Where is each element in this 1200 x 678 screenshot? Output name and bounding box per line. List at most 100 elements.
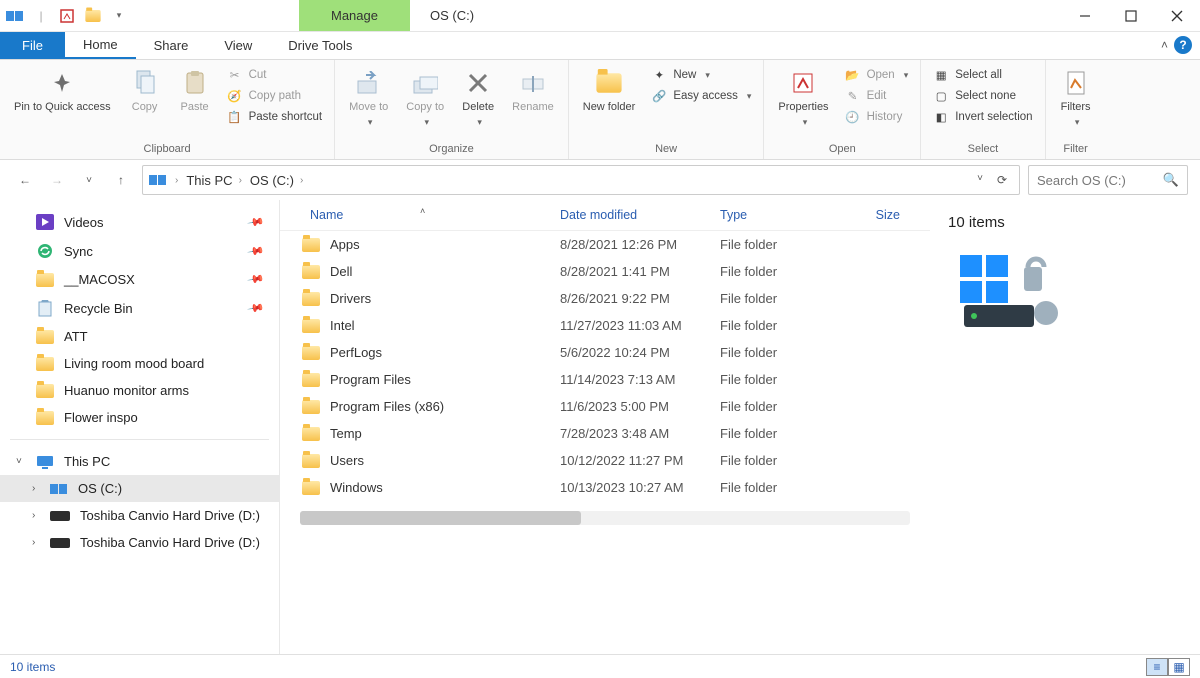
properties-button[interactable]: Properties bbox=[772, 64, 834, 132]
crumb-drive[interactable]: OS (C:)› bbox=[250, 173, 303, 188]
back-button[interactable]: ← bbox=[16, 171, 34, 189]
folder-icon bbox=[302, 373, 320, 387]
crumb-this-pc[interactable]: This PC› bbox=[186, 173, 242, 188]
sidebar-item[interactable]: Living room mood board bbox=[0, 350, 279, 377]
easy-access-button[interactable]: 🔗Easy access bbox=[647, 87, 755, 105]
paste-shortcut-button[interactable]: 📋Paste shortcut bbox=[223, 108, 327, 126]
select-all-button[interactable]: ▦Select all bbox=[929, 66, 1036, 84]
move-to-button[interactable]: Move to bbox=[343, 64, 394, 132]
sidebar-item[interactable]: __MACOSX📌 bbox=[0, 266, 279, 293]
sidebar-drive-item[interactable]: › OS (C:) bbox=[0, 475, 279, 502]
file-row[interactable]: Apps8/28/2021 12:26 PMFile folder bbox=[280, 231, 930, 258]
select-none-button[interactable]: ▢Select none bbox=[929, 87, 1036, 105]
chevron-right-icon[interactable]: › bbox=[32, 510, 35, 521]
easy-access-icon: 🔗 bbox=[651, 88, 667, 104]
file-row[interactable]: Windows10/13/2023 10:27 AMFile folder bbox=[280, 474, 930, 501]
help-icon[interactable]: ? bbox=[1174, 36, 1192, 54]
sidebar-item-label: Living room mood board bbox=[64, 356, 204, 371]
recent-locations-button[interactable]: ˅ bbox=[80, 171, 98, 189]
file-date: 10/12/2022 11:27 PM bbox=[560, 453, 720, 468]
address-dropdown-icon[interactable]: ˅ bbox=[977, 173, 983, 187]
horizontal-scrollbar[interactable] bbox=[300, 511, 910, 525]
folder-icon bbox=[302, 400, 320, 414]
tab-home[interactable]: Home bbox=[65, 32, 136, 59]
new-folder-button[interactable]: New folder bbox=[577, 64, 642, 118]
forward-button[interactable]: → bbox=[48, 171, 66, 189]
address-bar[interactable]: › This PC› OS (C:)› ˅ ⟳ bbox=[142, 165, 1020, 195]
invert-selection-button[interactable]: ◧Invert selection bbox=[929, 108, 1036, 126]
column-date[interactable]: Date modified bbox=[560, 208, 720, 222]
sidebar-drive-item[interactable]: ›Toshiba Canvio Hard Drive (D:) bbox=[0, 502, 279, 529]
main-body: Videos📌Sync📌__MACOSX📌Recycle Bin📌ATT Livi… bbox=[0, 200, 1200, 654]
search-placeholder: Search OS (C:) bbox=[1037, 173, 1126, 188]
properties-qat-icon[interactable] bbox=[56, 5, 78, 27]
navigation-pane[interactable]: Videos📌Sync📌__MACOSX📌Recycle Bin📌ATT Livi… bbox=[0, 200, 280, 654]
chevron-right-icon[interactable]: › bbox=[32, 537, 35, 548]
sidebar-item[interactable]: Videos📌 bbox=[0, 208, 279, 236]
file-row[interactable]: Intel11/27/2023 11:03 AMFile folder bbox=[280, 312, 930, 339]
file-row[interactable]: PerfLogs5/6/2022 10:24 PMFile folder bbox=[280, 339, 930, 366]
pin-to-quick-access-button[interactable]: Pin to Quick access bbox=[8, 64, 117, 118]
copy-path-button[interactable]: 🧭Copy path bbox=[223, 87, 327, 105]
close-button[interactable] bbox=[1154, 0, 1200, 31]
ribbon-tabs: File Home Share View Drive Tools ˄ ? bbox=[0, 32, 1200, 60]
pin-icon: 📌 bbox=[247, 242, 266, 261]
search-box[interactable]: Search OS (C:) 🔍 bbox=[1028, 165, 1188, 195]
details-view-button[interactable]: ≡ bbox=[1146, 658, 1168, 676]
sidebar-drive-item[interactable]: ›Toshiba Canvio Hard Drive (D:) bbox=[0, 529, 279, 556]
sidebar-item[interactable]: Flower inspo bbox=[0, 404, 279, 431]
cut-button[interactable]: ✂Cut bbox=[223, 66, 327, 84]
tab-file[interactable]: File bbox=[0, 32, 65, 59]
status-bar: 10 items ≡ ▦ bbox=[0, 654, 1200, 678]
edit-button[interactable]: ✎Edit bbox=[841, 87, 913, 105]
tab-view[interactable]: View bbox=[206, 32, 270, 59]
tab-share[interactable]: Share bbox=[136, 32, 207, 59]
icons-view-button[interactable]: ▦ bbox=[1168, 658, 1190, 676]
drive-tools-context-tab[interactable]: Manage bbox=[299, 0, 410, 31]
chevron-right-icon[interactable]: › bbox=[32, 483, 35, 494]
sidebar-item[interactable]: ATT bbox=[0, 323, 279, 350]
copy-button[interactable]: Copy bbox=[123, 64, 167, 118]
column-name[interactable]: ˄Name bbox=[280, 208, 560, 222]
delete-icon bbox=[463, 68, 493, 98]
history-button[interactable]: 🕘History bbox=[841, 108, 913, 126]
column-size[interactable]: Size bbox=[850, 208, 910, 222]
pc-icon bbox=[149, 173, 167, 187]
sidebar-item-label: OS (C:) bbox=[78, 481, 122, 496]
file-row[interactable]: Program Files (x86)11/6/2023 5:00 PMFile… bbox=[280, 393, 930, 420]
new-item-button[interactable]: ✦New bbox=[647, 66, 755, 84]
file-type: File folder bbox=[720, 237, 850, 252]
explorer-icon[interactable] bbox=[4, 5, 26, 27]
collapse-ribbon-icon[interactable]: ˄ bbox=[1161, 38, 1168, 52]
sidebar-item[interactable]: Recycle Bin📌 bbox=[0, 293, 279, 323]
open-button[interactable]: 📂Open bbox=[841, 66, 913, 84]
tree-this-pc[interactable]: ˅ This PC bbox=[0, 448, 279, 475]
new-folder-qat-icon[interactable] bbox=[82, 5, 104, 27]
rename-button[interactable]: Rename bbox=[506, 64, 560, 118]
column-type[interactable]: Type bbox=[720, 208, 850, 222]
minimize-button[interactable] bbox=[1062, 0, 1108, 31]
paste-button[interactable]: Paste bbox=[173, 64, 217, 118]
file-date: 8/28/2021 1:41 PM bbox=[560, 264, 720, 279]
chevron-down-icon[interactable]: ˅ bbox=[16, 456, 22, 467]
sidebar-item[interactable]: Sync📌 bbox=[0, 236, 279, 266]
refresh-button[interactable]: ⟳ bbox=[997, 173, 1007, 187]
file-row[interactable]: Temp7/28/2023 3:48 AMFile folder bbox=[280, 420, 930, 447]
maximize-button[interactable] bbox=[1108, 0, 1154, 31]
tab-drive-tools[interactable]: Drive Tools bbox=[270, 32, 370, 59]
file-row[interactable]: Drivers8/26/2021 9:22 PMFile folder bbox=[280, 285, 930, 312]
up-button[interactable]: ↑ bbox=[112, 171, 130, 189]
copy-to-icon bbox=[410, 68, 440, 98]
sidebar-item[interactable]: Huanuo monitor arms bbox=[0, 377, 279, 404]
filters-button[interactable]: Filters bbox=[1054, 64, 1098, 132]
delete-button[interactable]: Delete bbox=[456, 64, 500, 132]
file-row[interactable]: Program Files11/14/2023 7:13 AMFile fold… bbox=[280, 366, 930, 393]
file-rows: Apps8/28/2021 12:26 PMFile folderDell8/2… bbox=[280, 231, 930, 501]
copy-to-button[interactable]: Copy to bbox=[400, 64, 450, 132]
file-row[interactable]: Dell8/28/2021 1:41 PMFile folder bbox=[280, 258, 930, 285]
sidebar-item-label: Huanuo monitor arms bbox=[64, 383, 189, 398]
file-row[interactable]: Users10/12/2022 11:27 PMFile folder bbox=[280, 447, 930, 474]
status-item-count: 10 items bbox=[10, 660, 55, 674]
qat-customize-icon[interactable]: ▾ bbox=[108, 5, 130, 27]
file-type: File folder bbox=[720, 345, 850, 360]
